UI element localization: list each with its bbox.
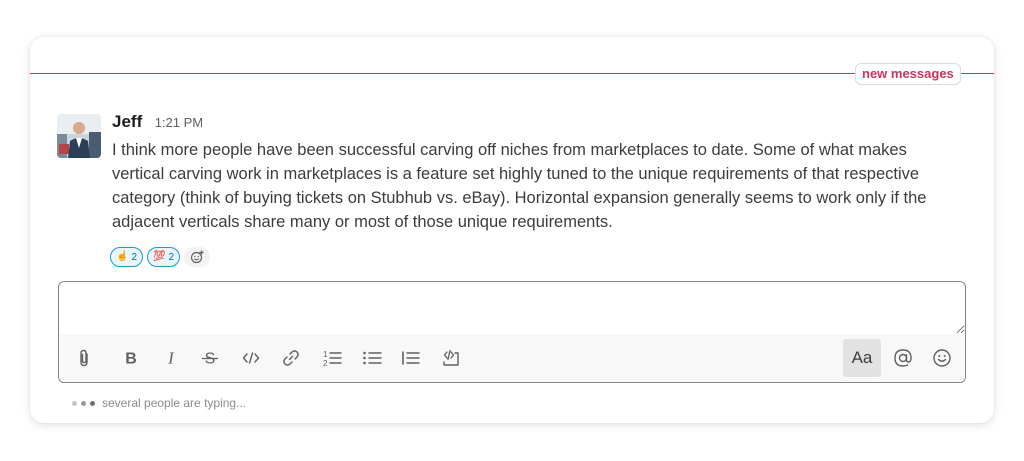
italic-icon: I: [167, 350, 175, 366]
link-icon: [283, 350, 299, 366]
typing-text: several people are typing...: [102, 396, 247, 410]
italic-button[interactable]: I: [154, 341, 188, 375]
typing-dot: [72, 400, 77, 406]
message-timestamp[interactable]: 1:21 PM: [155, 115, 203, 130]
reaction-count: 2: [168, 251, 175, 263]
new-messages-badge: new messages: [855, 63, 961, 85]
reaction-point-up[interactable]: ☝️ 2: [110, 247, 144, 267]
svg-text:1: 1: [323, 350, 328, 359]
svg-text:I: I: [167, 350, 175, 366]
point-up-icon: ☝️: [116, 251, 129, 262]
attachment-icon: [80, 349, 88, 367]
at-mention-icon: [894, 349, 912, 367]
message-text: I think more people have been successful…: [112, 141, 927, 231]
bold-button[interactable]: B: [114, 341, 148, 375]
link-button[interactable]: [274, 341, 308, 375]
strikethrough-icon: S: [202, 351, 218, 366]
attach-button[interactable]: [67, 341, 101, 375]
reaction-count: 2: [131, 251, 138, 263]
hundred-points-icon: 💯: [153, 251, 166, 262]
blockquote-icon: [402, 351, 420, 365]
code-button[interactable]: [234, 341, 268, 375]
numbered-list-icon: 1 2: [323, 350, 342, 367]
strikethrough-button[interactable]: S: [193, 341, 227, 375]
typing-indicator: several people are typing...: [72, 396, 246, 410]
code-icon: [242, 352, 260, 364]
mention-button[interactable]: [886, 341, 920, 375]
blockquote-button[interactable]: [394, 341, 428, 375]
svg-text:B: B: [125, 351, 137, 367]
author-name[interactable]: Jeff: [112, 112, 142, 131]
typing-dot: [81, 400, 86, 406]
emoji-button[interactable]: [925, 341, 959, 375]
message-panel: new messages Jeff 1:21 PM I think more p…: [30, 37, 994, 423]
bulleted-list-icon: [363, 351, 382, 365]
reactions-bar: ☝️ 2 💯 2: [110, 247, 211, 267]
formatting-toolbar: B I S 1 2 Aa: [59, 334, 965, 382]
svg-text:2: 2: [323, 359, 328, 367]
new-messages-divider: [30, 73, 994, 74]
message-composer: B I S 1 2 Aa: [58, 281, 966, 383]
message-header: Jeff 1:21 PM: [112, 112, 203, 132]
code-block-icon: [443, 349, 459, 366]
emoji-icon: [933, 349, 951, 367]
reaction-hundred-points[interactable]: 💯 2: [147, 247, 181, 267]
bold-icon: B: [125, 351, 137, 367]
code-block-button[interactable]: [434, 341, 468, 375]
add-reaction-button[interactable]: [184, 247, 211, 267]
formatting-toggle-button[interactable]: Aa: [843, 339, 881, 377]
typing-dot: [90, 400, 95, 406]
bulleted-list-button[interactable]: [355, 341, 389, 375]
avatar-photo: [57, 114, 101, 158]
avatar[interactable]: [57, 114, 101, 158]
message-input[interactable]: [59, 282, 965, 334]
add-reaction-icon: [190, 250, 204, 264]
numbered-list-button[interactable]: 1 2: [315, 341, 349, 375]
